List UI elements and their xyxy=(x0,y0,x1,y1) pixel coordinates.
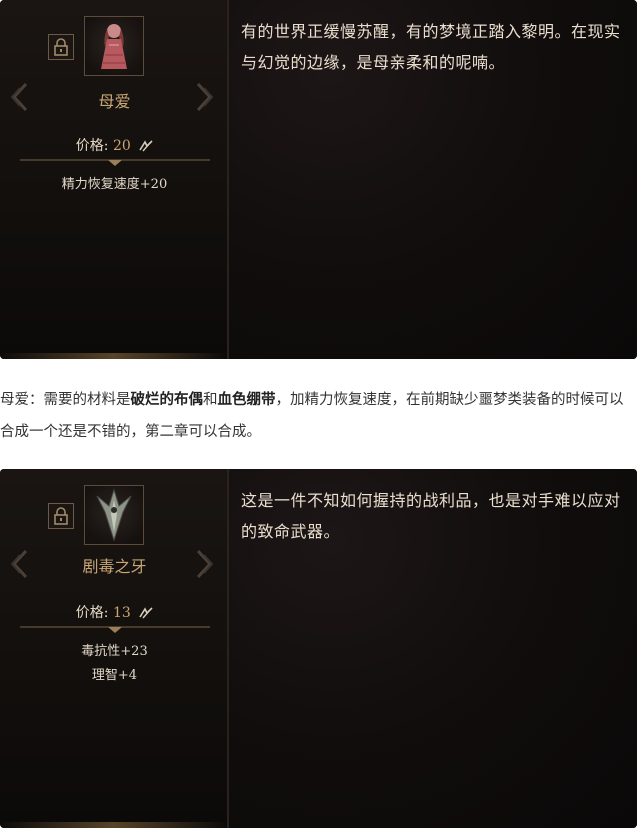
divider xyxy=(20,159,210,166)
stat-list: 精力恢复速度+20 xyxy=(0,173,229,197)
item-description: 这是一件不知如何握持的战利品，也是对手难以应对的致命武器。 xyxy=(241,491,621,541)
stat-line: 精力恢复速度+20 xyxy=(61,177,168,192)
article-paragraph: 母爱：需要的材料是破烂的布偶和血色绷带，加精力恢复速度，在前期缺少噩梦类装备的时… xyxy=(0,384,632,448)
item-description: 有的世界正缓慢苏醒，有的梦境正踏入黎明。在现实与幻觉的边缘，是母亲柔和的呢喃。 xyxy=(241,22,621,72)
stat-line: 毒抗性+23 xyxy=(81,644,148,659)
stat-list: 毒抗性+23 理智+4 xyxy=(0,640,229,688)
price-value: 20 xyxy=(112,138,131,154)
lock-icon[interactable] xyxy=(48,503,74,529)
divider xyxy=(20,626,210,633)
material-2: 血色绷带 xyxy=(217,392,276,408)
fang-icon xyxy=(84,485,144,545)
price-row: 价格: 13 xyxy=(0,602,229,622)
currency-icon xyxy=(139,607,153,619)
doll-icon xyxy=(84,16,144,76)
price-label: 价格: xyxy=(75,605,109,621)
item-card: 剧毒之牙 价格: 13 毒抗性+23 理智+4 这是一件不知如何握持的战利品，也… xyxy=(0,469,637,828)
item-info-panel: 剧毒之牙 价格: 13 毒抗性+23 理智+4 xyxy=(0,469,229,828)
price-label: 价格: xyxy=(75,138,109,154)
item-name: 剧毒之牙 xyxy=(82,557,147,576)
item-card: 母爱 价格: 20 精力恢复速度+20 有的世界正缓慢苏醒，有的梦境正踏入黎明。… xyxy=(0,0,637,359)
item-info-panel: 母爱 价格: 20 精力恢复速度+20 xyxy=(0,0,229,359)
article-prefix: 母爱：需要的材料是 xyxy=(0,392,131,408)
stat-line: 理智+4 xyxy=(91,668,138,683)
article-connector: 和 xyxy=(203,392,218,408)
material-1: 破烂的布偶 xyxy=(130,392,204,408)
price-row: 价格: 20 xyxy=(0,135,229,155)
item-name: 母爱 xyxy=(98,92,131,111)
currency-icon xyxy=(139,140,153,152)
price-value: 13 xyxy=(112,605,131,621)
lock-icon[interactable] xyxy=(48,34,74,60)
